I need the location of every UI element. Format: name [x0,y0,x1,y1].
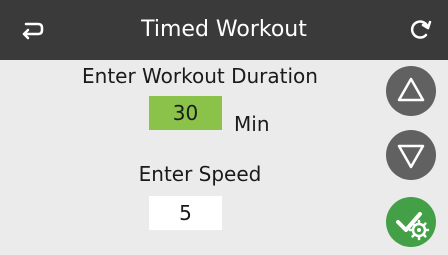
check-gear-icon [396,212,430,241]
page-title: Timed Workout [141,17,307,42]
triangle-up-icon [397,77,425,102]
decrease-button[interactable] [386,130,436,180]
confirm-button[interactable] [386,197,436,247]
timed-workout-screen: Timed Workout Enter Workout Duration 30 … [0,0,448,255]
speed-label: Enter Speed [138,162,262,186]
speed-field[interactable]: 5 [149,196,222,230]
header-bar: Timed Workout [0,0,448,60]
triangle-down-icon [397,144,425,169]
increase-button[interactable] [386,66,436,116]
duration-field[interactable]: 30 [149,96,222,130]
duration-label: Enter Workout Duration [82,64,318,88]
duration-unit: Min [234,112,270,136]
refresh-icon[interactable] [406,16,434,44]
